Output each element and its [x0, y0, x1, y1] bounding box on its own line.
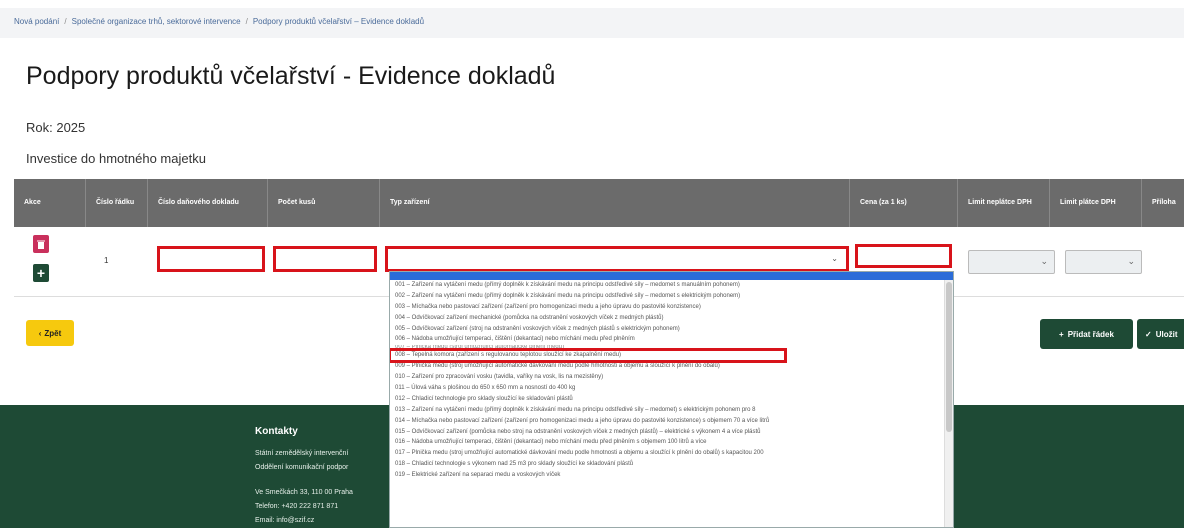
add-row-inline-button[interactable]: + — [33, 264, 49, 282]
footer-line: Oddělení komunikační podpor — [255, 464, 349, 471]
tax-document-number-input[interactable] — [157, 246, 265, 272]
dropdown-highlighted-option[interactable] — [390, 272, 953, 280]
back-button[interactable]: ‹ Zpět — [26, 320, 74, 346]
header-quantity: Počet kusů — [268, 179, 380, 227]
save-button[interactable]: ✓ Uložit — [1137, 319, 1184, 349]
chevron-down-icon: ⌄ — [1040, 256, 1048, 266]
limit-non-vat-payer-select[interactable]: ⌄ — [968, 250, 1055, 274]
dropdown-option[interactable]: 003 – Míchačka nebo pastovací zařízení (… — [390, 302, 953, 313]
dropdown-option[interactable]: 010 – Zařízení pro zpracování vosku (tav… — [390, 372, 953, 383]
header-unit-price: Cena (za 1 ks) — [850, 179, 958, 227]
chevron-down-icon: ⌄ — [1127, 256, 1135, 266]
header-limit-vat-payer: Limit plátce DPH — [1050, 179, 1142, 227]
section-label: Investice do hmotného majetku — [26, 151, 206, 166]
table-header: Akce Číslo řádku Číslo daňového dokladu … — [14, 179, 1184, 227]
dropdown-option[interactable]: 011 – Úlová váha s plošinou do 650 x 650… — [390, 383, 953, 394]
dropdown-option[interactable]: 005 – Odvíčkovací zařízení (stroj na ods… — [390, 324, 953, 335]
dropdown-option[interactable]: 014 – Míchačka nebo pastovací zařízení (… — [390, 416, 953, 427]
header-tax-document-number: Číslo daňového dokladu — [148, 179, 268, 227]
dropdown-option[interactable]: 015 – Odvíčkovací zařízení (pomůcka nebo… — [390, 427, 953, 438]
breadcrumb-separator: / — [245, 17, 248, 26]
trash-icon — [37, 240, 45, 249]
dropdown-option[interactable]: 001 – Zařízení na vytáčení medu (přímý d… — [390, 280, 953, 291]
dropdown-option[interactable]: 013 – Zařízení na vytáčení medu (přímý d… — [390, 405, 953, 416]
dropdown-option[interactable]: 006 – Nádoba umožňující temperaci, čiště… — [390, 334, 953, 345]
page: Nová podání / Společné organizace trhů, se… — [0, 0, 1184, 528]
check-icon: ✓ — [1145, 329, 1152, 339]
header-limit-non-vat-payer: Limit neplátce DPH — [958, 179, 1050, 227]
breadcrumb-item-current: Podpory produktů včelařství – Evidence d… — [252, 17, 425, 26]
breadcrumb-separator: / — [64, 17, 67, 26]
dropdown-scrollbar[interactable] — [944, 280, 953, 527]
scrollbar-thumb[interactable] — [946, 282, 952, 432]
dropdown-option[interactable]: 016 – Nádoba umožňující temperaci, čiště… — [390, 437, 953, 448]
add-row-button[interactable]: + Přidat řádek — [1040, 319, 1133, 349]
dropdown-option[interactable]: 018 – Chladicí technologie s výkonem nad… — [390, 459, 953, 470]
breadcrumb: Nová podání / Společné organizace trhů, se… — [0, 8, 1184, 38]
delete-row-button[interactable] — [33, 235, 49, 253]
unit-price-input[interactable] — [855, 244, 952, 268]
year-label: Rok: 2025 — [26, 120, 86, 135]
dropdown-option[interactable]: 017 – Plnička medu (stroj umožňující aut… — [390, 448, 953, 459]
chevron-down-icon: ⌄ — [831, 254, 838, 263]
quantity-input[interactable] — [273, 246, 377, 272]
header-attachment: Příloha — [1152, 199, 1176, 206]
chevron-left-icon: ‹ — [38, 328, 42, 338]
footer-title: Kontakty — [255, 426, 298, 437]
dropdown-option[interactable]: 019 – Elektrické zařízení na separaci me… — [390, 470, 953, 481]
equipment-type-dropdown[interactable]: 001 – Zařízení na vytáčení medu (přímý d… — [389, 271, 954, 528]
footer-line: Email: info@szif.cz — [255, 517, 315, 524]
dropdown-option[interactable]: 009 – Plnička medu (stroj umožňující aut… — [390, 361, 953, 372]
limit-vat-payer-select[interactable]: ⌄ — [1065, 250, 1142, 274]
row-number: 1 — [104, 256, 109, 265]
dropdown-option-marked[interactable]: 008 – Tepelná komora (zařízení s regulov… — [390, 348, 787, 364]
equipment-type-select[interactable]: ⌄ — [385, 246, 849, 272]
plus-icon: + — [36, 265, 46, 281]
dropdown-option[interactable]: 012 – Chladicí technologie pro sklady sl… — [390, 394, 953, 405]
header-row-number: Číslo řádku — [86, 179, 148, 227]
breadcrumb-item-common-market[interactable]: Společné organizace trhů, sektorové inte… — [72, 17, 241, 26]
dropdown-option[interactable]: 002 – Zařízení na vytáčení medu (přímý d… — [390, 291, 953, 302]
dropdown-option[interactable]: 004 – Odvíčkovací zařízení mechanické (p… — [390, 313, 953, 324]
footer-line: Telefon: +420 222 871 871 — [255, 503, 339, 510]
footer-line: Ve Smečkách 33, 110 00 Praha — [255, 489, 353, 496]
header-equipment-type: Typ zařízení — [380, 179, 850, 227]
breadcrumb-item-new-submissions[interactable]: Nová podání — [14, 17, 59, 26]
footer-line: Státní zemědělský intervenční — [255, 450, 349, 457]
header-actions: Akce — [14, 179, 86, 227]
page-title: Podpory produktů včelařství - Evidence d… — [26, 62, 556, 90]
plus-icon: + — [1059, 329, 1064, 339]
